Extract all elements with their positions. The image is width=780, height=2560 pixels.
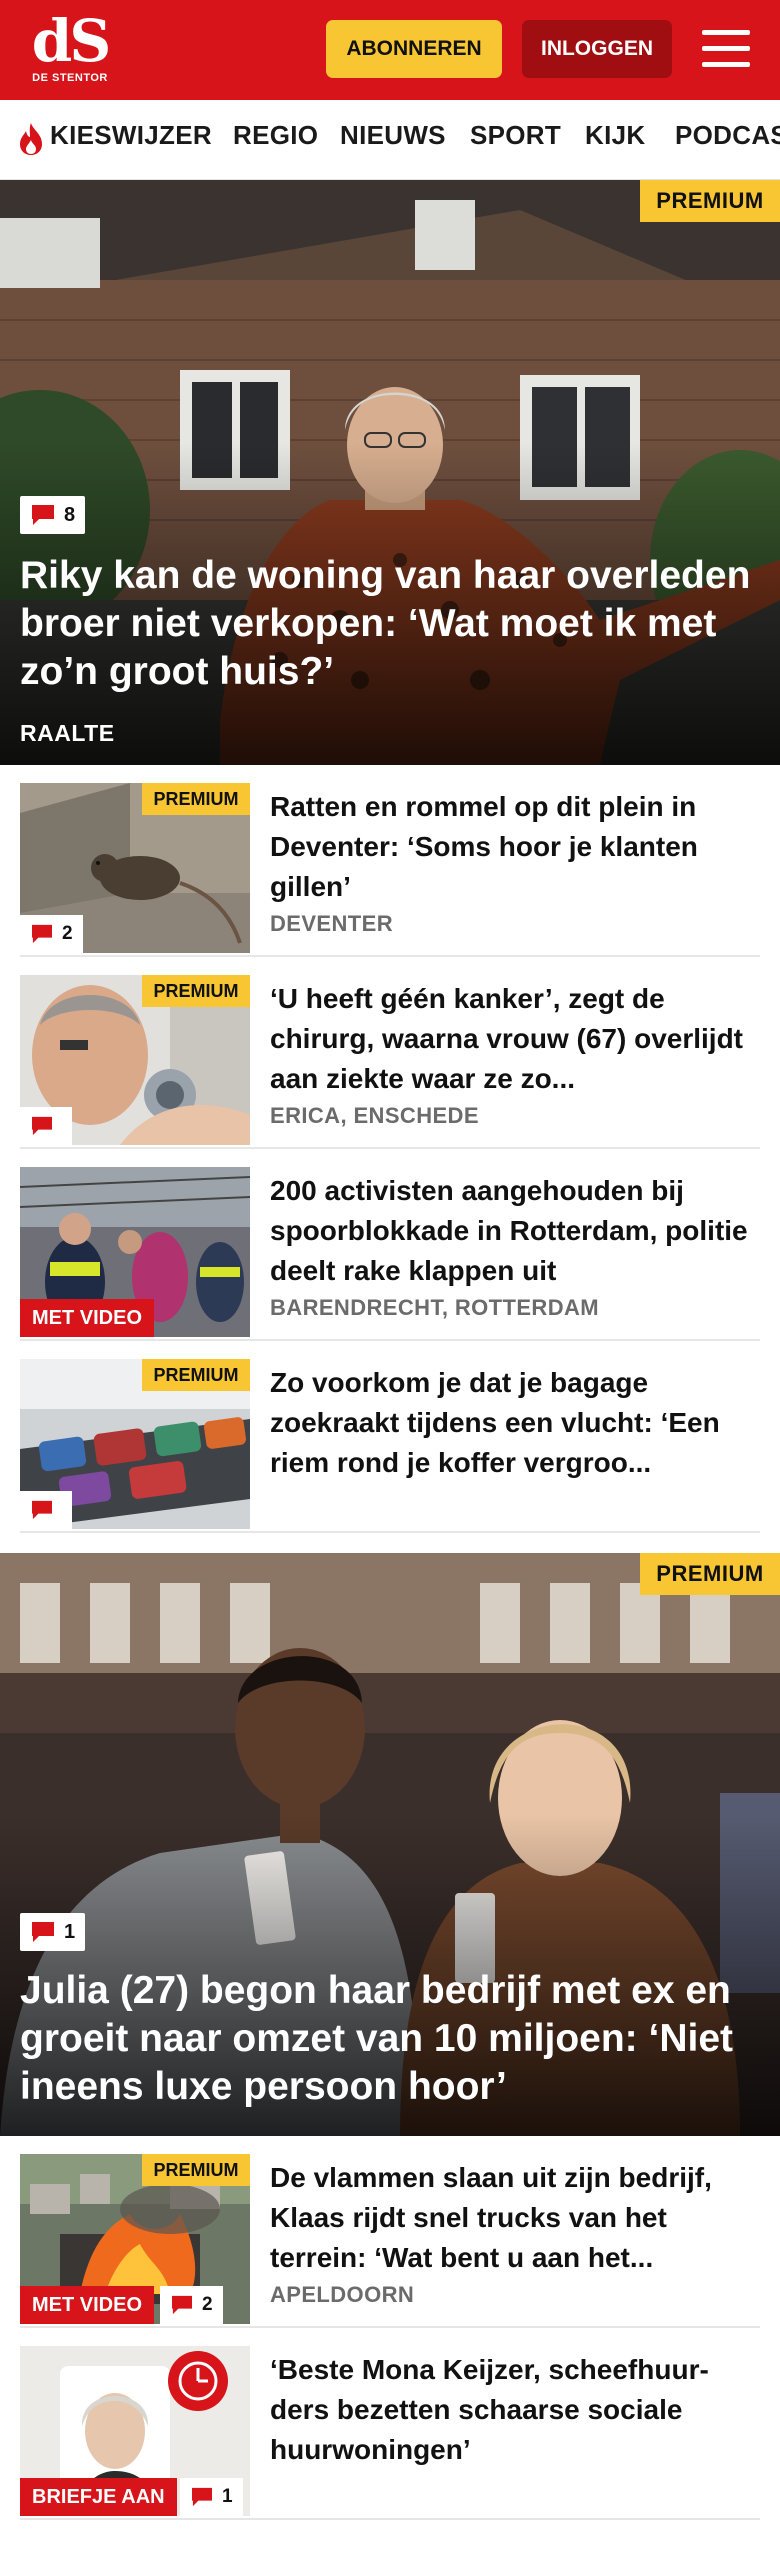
video-badge: MET VIDEO bbox=[20, 1299, 155, 1337]
premium-badge: PREMIUM bbox=[142, 975, 250, 1007]
premium-badge: PREMIUM bbox=[142, 2154, 250, 2186]
article-location: DEVENTER bbox=[270, 911, 393, 936]
login-button[interactable]: INLOGGEN bbox=[522, 20, 672, 78]
article-thumbnail: MET VIDEO bbox=[20, 1167, 250, 1337]
hero-location: RAALTE bbox=[20, 720, 115, 746]
flame-icon bbox=[20, 123, 42, 155]
comment-count-badge[interactable]: 2 bbox=[160, 2286, 223, 2324]
comment-icon bbox=[172, 2295, 192, 2315]
premium-badge: PREMIUM bbox=[142, 783, 250, 815]
article-thumbnail: PREMIUM bbox=[20, 975, 250, 1145]
nav-item-podcast[interactable]: PODCAST bbox=[675, 120, 780, 151]
comment-icon bbox=[32, 1116, 52, 1136]
article-location: BARENDRECHT, ROTTERDAM bbox=[270, 1295, 600, 1320]
comment-count: 1 bbox=[222, 2486, 233, 2507]
list-item[interactable]: PREMIUM MET VIDEO 2 De vlammen slaan uit… bbox=[20, 2136, 760, 2328]
comment-count-badge[interactable]: 8 bbox=[20, 496, 86, 534]
comment-count-badge[interactable] bbox=[20, 1107, 72, 1145]
article-location: APELDOORN bbox=[270, 2282, 415, 2307]
logo-subtitle: DE STENTOR bbox=[32, 72, 108, 84]
comment-count-badge[interactable]: 1 bbox=[20, 1913, 86, 1951]
article-title[interactable]: De vlammen slaan uit zijn bedrijf, Klaas… bbox=[270, 2158, 750, 2278]
comment-icon bbox=[32, 1500, 52, 1520]
nav-item-kieswijzer[interactable]: KIESWIJZER bbox=[50, 120, 212, 151]
comment-icon bbox=[192, 2487, 212, 2507]
comment-icon bbox=[32, 505, 54, 525]
article-thumbnail: PREMIUM bbox=[20, 1359, 250, 1529]
nav-item-sport[interactable]: SPORT bbox=[470, 120, 561, 151]
subscribe-button[interactable]: ABONNEREN bbox=[326, 20, 502, 78]
premium-badge: PREMIUM bbox=[640, 180, 780, 222]
hero-title[interactable]: Julia (27) begon haar bedrijf met ex en … bbox=[20, 1967, 760, 2111]
article-title[interactable]: ‘U heeft géén kanker’, zegt de chirurg, … bbox=[270, 979, 750, 1099]
article-title[interactable]: Ratten en rommel op dit plein in Devente… bbox=[270, 787, 750, 907]
comment-count: 2 bbox=[62, 923, 73, 944]
article-thumbnail: BRIEFJE AAN 1 bbox=[20, 2346, 250, 2516]
premium-badge: PREMIUM bbox=[640, 1553, 780, 1595]
premium-badge: PREMIUM bbox=[142, 1359, 250, 1391]
brand-logo[interactable]: dS DE STENTOR bbox=[28, 12, 112, 88]
comment-count: 2 bbox=[202, 2294, 213, 2315]
article-location: ERICA, ENSCHEDE bbox=[270, 1103, 479, 1128]
comment-count: 8 bbox=[64, 503, 76, 526]
hero-title[interactable]: Riky kan de woning van haar overleden br… bbox=[20, 552, 760, 696]
list-item[interactable]: BRIEFJE AAN 1 ‘Beste Mona Keijzer, schee… bbox=[20, 2328, 760, 2520]
comment-icon bbox=[32, 1922, 54, 1942]
logo-mark: dS bbox=[31, 7, 111, 75]
article-thumbnail: PREMIUM MET VIDEO 2 bbox=[20, 2154, 250, 2324]
comment-count: 1 bbox=[64, 1920, 76, 1943]
video-badge: MET VIDEO bbox=[20, 2286, 155, 2324]
comment-count-badge[interactable] bbox=[20, 1491, 72, 1529]
hero-article[interactable]: PREMIUM 1 Julia (27) begon haar bedrijf … bbox=[0, 1553, 780, 2136]
comment-icon bbox=[32, 924, 52, 944]
top-header: dS DE STENTOR ABONNEREN INLOGGEN bbox=[0, 0, 780, 100]
article-thumbnail: PREMIUM 2 bbox=[20, 783, 250, 953]
hamburger-menu-icon[interactable] bbox=[700, 24, 752, 74]
article-title[interactable]: ‘Beste Mona Keijzer, scheefhuur-ders bez… bbox=[270, 2350, 750, 2470]
nav-item-nieuws[interactable]: NIEUWS bbox=[340, 120, 446, 151]
article-title[interactable]: Zo voorkom je dat je bagage zoekraakt ti… bbox=[270, 1363, 750, 1483]
comment-count-badge[interactable]: 2 bbox=[20, 915, 83, 953]
hero-article[interactable]: PREMIUM 8 Riky kan de woning van haar ov… bbox=[0, 180, 780, 765]
article-title[interactable]: 200 activisten aangehouden bij spoorblok… bbox=[270, 1171, 750, 1291]
section-nav: KIESWIJZER REGIO NIEUWS SPORT KIJK PODCA… bbox=[0, 100, 780, 180]
list-item[interactable]: MET VIDEO 200 activisten aangehouden bij… bbox=[20, 1149, 760, 1341]
list-item[interactable]: PREMIUM Zo voorkom je dat je bagage zoek… bbox=[20, 1341, 760, 1533]
briefje-aan-badge: BRIEFJE AAN bbox=[20, 2478, 177, 2516]
comment-count-badge[interactable]: 1 bbox=[180, 2478, 243, 2516]
nav-item-kijk[interactable]: KIJK bbox=[585, 120, 645, 151]
nav-item-regio[interactable]: REGIO bbox=[233, 120, 318, 151]
list-item[interactable]: PREMIUM ‘U heeft géén kanker’, zegt de c… bbox=[20, 957, 760, 1149]
list-item[interactable]: PREMIUM 2 Ratten en rommel op dit plein … bbox=[20, 765, 760, 957]
